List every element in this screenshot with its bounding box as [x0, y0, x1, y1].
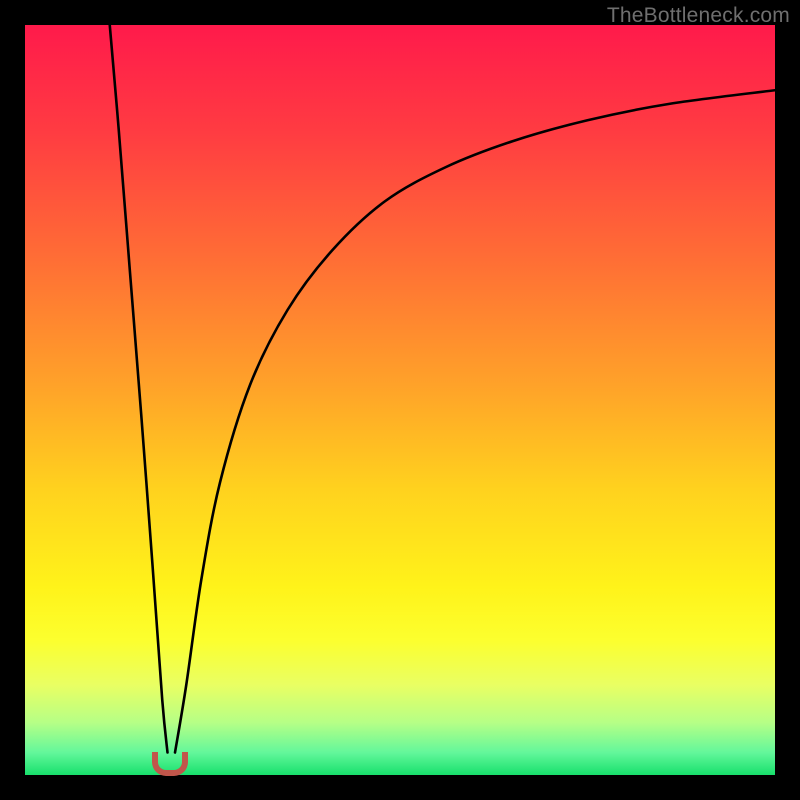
- bottleneck-curve: [25, 25, 775, 775]
- minimum-marker-icon: [152, 752, 188, 776]
- bottleneck-chart: [25, 25, 775, 775]
